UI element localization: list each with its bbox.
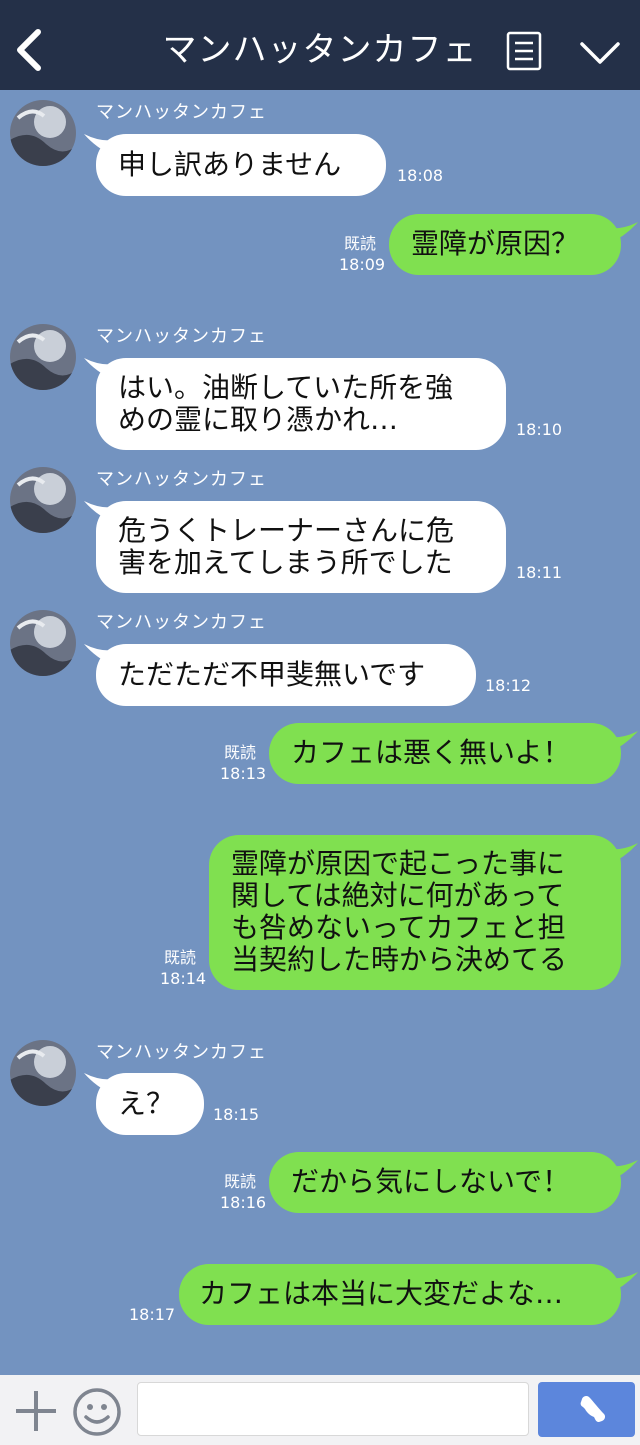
bubble-tail [608, 731, 638, 753]
message-bubble[interactable]: 霊障が原因で起こった事に 関しては絶対に何があって も咎めないってカフェと担 当… [209, 835, 621, 990]
message-time: 18:15 [213, 1105, 260, 1124]
avatar-image [10, 1040, 76, 1106]
avatar[interactable] [10, 610, 76, 676]
read-receipt: 既読 [163, 948, 196, 967]
message-bubble[interactable]: 申し訳ありません [96, 134, 386, 196]
sender-name: マンハッタンカフェ [96, 326, 267, 347]
chevron-down-icon[interactable] [578, 36, 622, 70]
read-receipt: 既読 [223, 743, 256, 762]
message-time: 18:11 [516, 563, 563, 582]
call-button[interactable] [538, 1382, 635, 1437]
message-text: え？ [118, 1087, 175, 1120]
bubble-tail [608, 1272, 638, 1294]
phone-icon [580, 1395, 606, 1422]
sender-name: マンハッタンカフェ [96, 1042, 267, 1063]
read-receipt: 既読 [343, 234, 376, 253]
message-time: 18:16 [220, 1193, 267, 1212]
message-bubble[interactable]: カフェは本当に大変だよな… [179, 1264, 621, 1325]
message-bubble[interactable]: 危うくトレーナーさんに危 害を加えてしまう所でした [96, 501, 506, 593]
message-text: ただただ不甲斐無いです [118, 658, 426, 691]
avatar[interactable] [10, 324, 76, 390]
message-text: はい。油断していた所を強 めの霊に取り憑かれ… [118, 371, 454, 436]
bubble-tail [608, 1160, 638, 1182]
message-list[interactable]: マンハッタンカフェ 申し訳ありません 18:08 既読 18:09 霊障が原因？… [0, 90, 640, 1375]
message-text: 霊障が原因で起こった事に 関しては絶対に何があって も咎めないってカフェと担 当… [231, 847, 568, 976]
read-receipt: 既読 [223, 1172, 256, 1191]
message-text: カフェは本当に大変だよな… [199, 1277, 564, 1310]
chat-title: マンハッタンカフェ [162, 30, 478, 70]
message-time: 18:17 [129, 1305, 176, 1324]
avatar[interactable] [10, 467, 76, 533]
message-time: 18:08 [397, 166, 444, 185]
message-bubble[interactable]: はい。油断していた所を強 めの霊に取り憑かれ… [96, 358, 506, 450]
plus-icon[interactable] [14, 1389, 58, 1433]
message-time: 18:12 [485, 676, 532, 695]
message-time: 18:09 [339, 255, 386, 274]
message-text: 危うくトレーナーさんに危 害を加えてしまう所でした [118, 514, 455, 579]
chevron-left-icon[interactable] [12, 26, 48, 74]
avatar-image [10, 610, 76, 676]
message-bubble[interactable]: ただただ不甲斐無いです [96, 644, 476, 706]
message-time: 18:14 [160, 969, 207, 988]
chat-header: マンハッタンカフェ [0, 0, 640, 90]
sender-name: マンハッタンカフェ [96, 469, 267, 490]
message-bubble[interactable]: カフェは悪く無いよ！ [269, 723, 621, 784]
message-bubble[interactable]: だから気にしないで！ [269, 1152, 621, 1213]
bubble-tail [608, 222, 638, 244]
avatar[interactable] [10, 1040, 76, 1106]
sender-name: マンハッタンカフェ [96, 102, 267, 123]
message-text: 霊障が原因？ [411, 227, 580, 260]
smiley-icon[interactable] [72, 1387, 122, 1437]
avatar-image [10, 324, 76, 390]
message-text: だから気にしないで！ [291, 1165, 571, 1198]
input-bar [0, 1375, 640, 1445]
message-bubble[interactable]: 霊障が原因？ [389, 214, 621, 275]
sender-name: マンハッタンカフェ [96, 612, 267, 633]
avatar-image [10, 467, 76, 533]
avatar-image [10, 100, 76, 166]
message-time: 18:10 [516, 420, 563, 439]
avatar[interactable] [10, 100, 76, 166]
message-bubble[interactable]: え？ [96, 1073, 204, 1135]
message-text: カフェは悪く無いよ！ [291, 736, 571, 769]
message-text: 申し訳ありません [118, 148, 342, 181]
bubble-tail [608, 843, 638, 865]
menu-icon[interactable] [506, 31, 542, 71]
message-input[interactable] [137, 1382, 529, 1436]
message-time: 18:13 [220, 764, 267, 783]
